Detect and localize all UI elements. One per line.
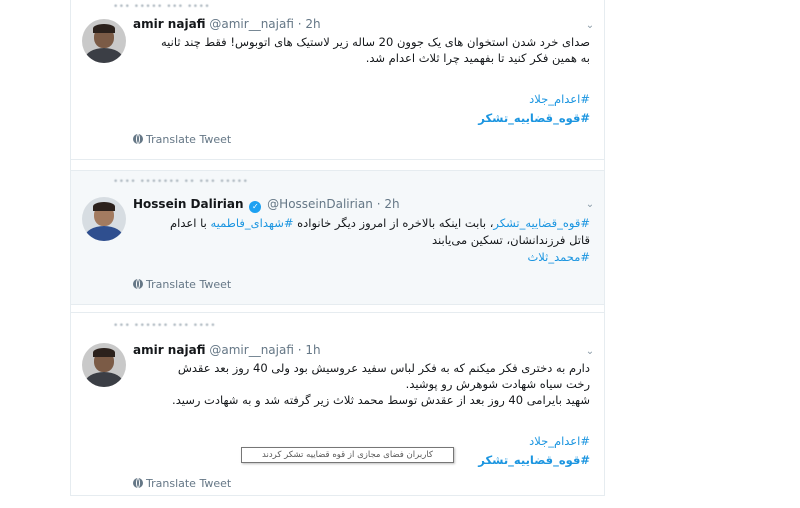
tweet-text-line: #محمد_ثلاث bbox=[135, 249, 590, 266]
tweet-context-blurred: •••• ••••••• •• ••• ••••• bbox=[113, 177, 249, 187]
tweet-text-fragment: ، بابت اینکه بالاخره از امروز دیگر خانوا… bbox=[293, 216, 494, 230]
tweet-time[interactable]: 2h bbox=[384, 197, 399, 211]
hashtag-link[interactable]: #قوه_قضاییه_تشکر bbox=[493, 216, 590, 230]
hashtag-link[interactable]: #شهدای_فاطمیه bbox=[210, 216, 293, 230]
translate-label: Translate Tweet bbox=[146, 477, 232, 490]
author-handle[interactable]: @amir__najafi bbox=[209, 343, 294, 357]
tweet-time[interactable]: 1h bbox=[305, 343, 320, 357]
tweet-header: amir najafi @amir__najafi · 1h bbox=[133, 343, 321, 357]
tweet-text-line: دارم به دختری فکر میکنم که به فکر لباس س… bbox=[177, 361, 590, 375]
tweet-context-blurred: ••• ••••• ••• •••• bbox=[113, 2, 211, 12]
tweet-text-line: شهید بایرامی 40 روز بعد از عقدش توسط محم… bbox=[172, 393, 590, 407]
chevron-down-icon[interactable]: ⌄ bbox=[584, 21, 596, 31]
globe-icon bbox=[133, 134, 143, 144]
separator-dot: · bbox=[376, 197, 381, 211]
tweet-text: دارم به دختری فکر میکنم که به فکر لباس س… bbox=[135, 360, 590, 408]
verified-badge-icon: ✓ bbox=[249, 201, 262, 213]
tweet-text-line: به همین فکر کنید تا بفهمید چرا ثلاث اعدا… bbox=[365, 51, 590, 65]
translate-tweet-link[interactable]: Translate Tweet bbox=[133, 477, 231, 490]
globe-icon bbox=[133, 478, 143, 488]
translate-label: Translate Tweet bbox=[146, 133, 232, 146]
tweet-text-line: قاتل فرزندانشان، تسکین می‌یابند bbox=[431, 233, 590, 247]
hashtag-link[interactable]: #اعدام_جلاد bbox=[135, 90, 590, 109]
avatar[interactable] bbox=[82, 197, 126, 241]
timeline: ••• ••••• ••• •••• amir najafi @amir__na… bbox=[70, 0, 605, 496]
author-name[interactable]: amir najafi bbox=[133, 343, 206, 357]
tweet-hashtags: #اعدام_جلاد #قوه_قضاییه_تشکر bbox=[135, 90, 590, 128]
author-handle[interactable]: @amir__najafi bbox=[209, 17, 294, 31]
avatar[interactable] bbox=[82, 343, 126, 387]
tweet[interactable]: ••• ••••• ••• •••• amir najafi @amir__na… bbox=[71, 0, 604, 160]
caption-tooltip: کاربران فضای مجازی از قوه قضاییه تشکر کر… bbox=[241, 447, 454, 463]
tweet-text-line: #قوه_قضاییه_تشکر، بابت اینکه بالاخره از … bbox=[135, 215, 590, 232]
tweet-time[interactable]: 2h bbox=[305, 17, 320, 31]
tweet-header: amir najafi @amir__najafi · 2h bbox=[133, 17, 321, 31]
separator-dot: · bbox=[297, 17, 302, 31]
translate-tweet-link[interactable]: Translate Tweet bbox=[133, 278, 231, 291]
tweet-header: Hossein Dalirian ✓ @HosseinDalirian · 2h bbox=[133, 197, 400, 213]
separator-dot: · bbox=[297, 343, 302, 357]
author-handle[interactable]: @HosseinDalirian bbox=[267, 197, 373, 211]
tweet-text-line: صدای خرد شدن استخوان های یک جوون 20 ساله… bbox=[160, 35, 590, 49]
translate-tweet-link[interactable]: Translate Tweet bbox=[133, 133, 231, 146]
hashtag-link[interactable]: #قوه_قضاییه_تشکر bbox=[135, 109, 590, 128]
tweet[interactable]: •••• ••••••• •• ••• ••••• Hossein Daliri… bbox=[71, 170, 604, 305]
tweet-text-line: رخت سیاه شهادت شوهرش رو پوشید. bbox=[405, 377, 590, 391]
chevron-down-icon[interactable]: ⌄ bbox=[584, 200, 596, 210]
tweet[interactable]: ••• •••••• ••• •••• amir najafi @amir__n… bbox=[71, 312, 604, 496]
tweet-text: #قوه_قضاییه_تشکر، بابت اینکه بالاخره از … bbox=[135, 215, 590, 266]
avatar[interactable] bbox=[82, 19, 126, 63]
hashtag-link[interactable]: #محمد_ثلاث bbox=[527, 250, 590, 264]
author-name[interactable]: amir najafi bbox=[133, 17, 206, 31]
author-name[interactable]: Hossein Dalirian bbox=[133, 197, 244, 211]
chevron-down-icon[interactable]: ⌄ bbox=[584, 347, 596, 357]
tweet-text: صدای خرد شدن استخوان های یک جوون 20 ساله… bbox=[135, 34, 590, 66]
tweet-context-blurred: ••• •••••• ••• •••• bbox=[113, 321, 217, 331]
tweet-text-fragment: با اعدام bbox=[170, 216, 211, 230]
globe-icon bbox=[133, 279, 143, 289]
translate-label: Translate Tweet bbox=[146, 278, 232, 291]
